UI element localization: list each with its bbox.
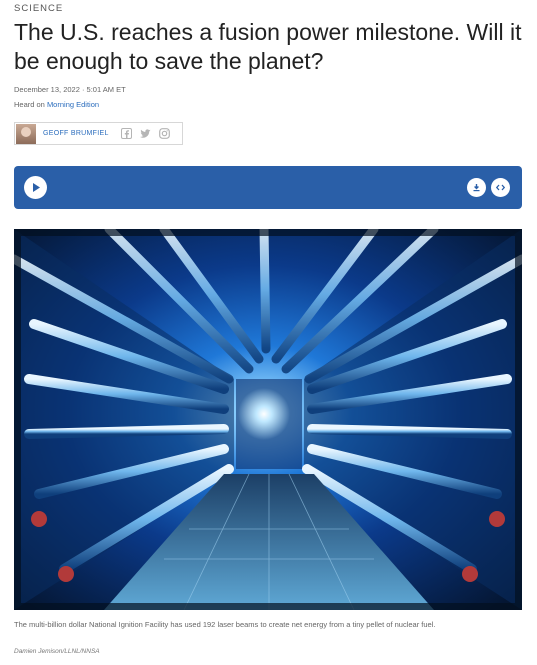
photo-credit: Damien Jemison/LLNL/NNSA <box>14 648 100 655</box>
section-label[interactable]: SCIENCE <box>14 3 63 14</box>
program-link[interactable]: Morning Edition <box>47 100 99 109</box>
instagram-icon[interactable] <box>159 128 170 139</box>
download-icon <box>473 184 480 192</box>
play-button[interactable] <box>24 176 47 199</box>
facebook-icon[interactable] <box>121 128 132 139</box>
article-headline: The U.S. reaches a fusion power mileston… <box>14 19 522 74</box>
social-links <box>121 128 170 139</box>
author-name-link[interactable]: GEOFF BRUMFIEL <box>43 130 115 137</box>
audio-player <box>14 166 522 209</box>
play-icon <box>32 183 40 192</box>
heard-on-line: Heard on Morning Edition <box>14 100 99 109</box>
download-button[interactable] <box>467 178 486 197</box>
embed-button[interactable] <box>491 178 510 197</box>
twitter-icon[interactable] <box>140 128 151 139</box>
byline-box: GEOFF BRUMFIEL <box>14 122 183 145</box>
heard-on-prefix: Heard on <box>14 100 47 109</box>
article-photo[interactable] <box>14 229 522 610</box>
photo-caption: The multi-billion dollar National Igniti… <box>14 620 436 629</box>
article-dateline: December 13, 2022 · 5:01 AM ET <box>14 85 126 94</box>
embed-icon <box>496 184 505 191</box>
author-avatar[interactable] <box>16 123 36 144</box>
